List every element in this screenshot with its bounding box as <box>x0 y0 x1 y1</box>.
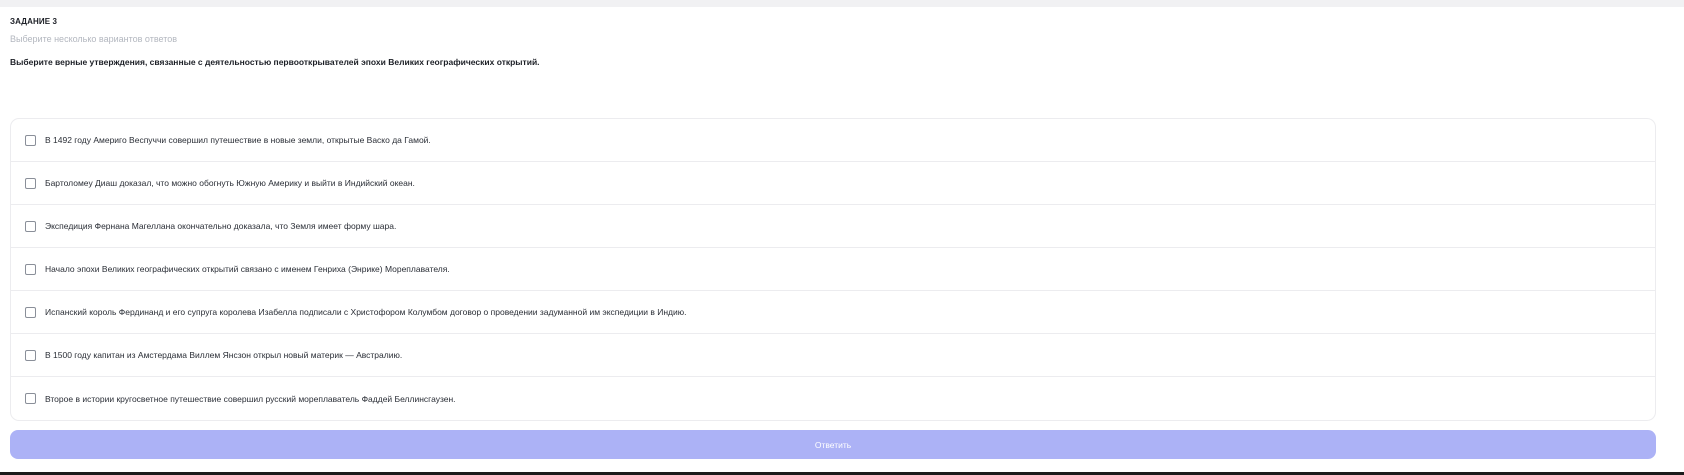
answer-option-text: Начало эпохи Великих географических откр… <box>45 264 450 274</box>
task-number-label: ЗАДАНИЕ 3 <box>10 17 57 26</box>
checkbox[interactable] <box>25 134 36 146</box>
task-question: Выберите верные утверждения, связанные с… <box>10 57 540 67</box>
answer-option-text: В 1492 году Америго Веспуччи совершил пу… <box>45 135 431 145</box>
answer-option-text: Экспедиция Фернана Магеллана окончательн… <box>45 221 397 231</box>
checkbox[interactable] <box>25 349 36 361</box>
submit-answer-button[interactable]: Ответить <box>10 430 1656 459</box>
checkbox[interactable] <box>25 306 36 318</box>
answer-option-7[interactable]: Второе в истории кругосветное путешестви… <box>11 377 1655 420</box>
answer-option-6[interactable]: В 1500 году капитан из Амстердама Виллем… <box>11 334 1655 377</box>
checkbox[interactable] <box>25 263 36 275</box>
answer-option-2[interactable]: Бартоломеу Диаш доказал, что можно обогн… <box>11 162 1655 205</box>
checkbox[interactable] <box>25 220 36 232</box>
answer-option-text: В 1500 году капитан из Амстердама Виллем… <box>45 350 403 360</box>
top-bar <box>0 0 1684 7</box>
answer-option-5[interactable]: Испанский король Фердинанд и его супруга… <box>11 291 1655 334</box>
task-hint: Выберите несколько вариантов ответов <box>10 34 178 44</box>
answer-option-text: Второе в истории кругосветное путешестви… <box>45 393 456 404</box>
submit-answer-label: Ответить <box>814 439 852 450</box>
checkbox[interactable] <box>25 177 36 189</box>
answer-options-list: В 1492 году Америго Веспуччи совершил пу… <box>10 118 1656 421</box>
answer-option-3[interactable]: Экспедиция Фернана Магеллана окончательн… <box>11 205 1655 248</box>
checkbox[interactable] <box>25 393 36 404</box>
answer-option-1[interactable]: В 1492 году Америго Веспуччи совершил пу… <box>11 119 1655 162</box>
answer-option-text: Испанский король Фердинанд и его супруга… <box>45 307 687 317</box>
answer-option-text: Бартоломеу Диаш доказал, что можно обогн… <box>45 178 415 188</box>
answer-option-4[interactable]: Начало эпохи Великих географических откр… <box>11 248 1655 291</box>
